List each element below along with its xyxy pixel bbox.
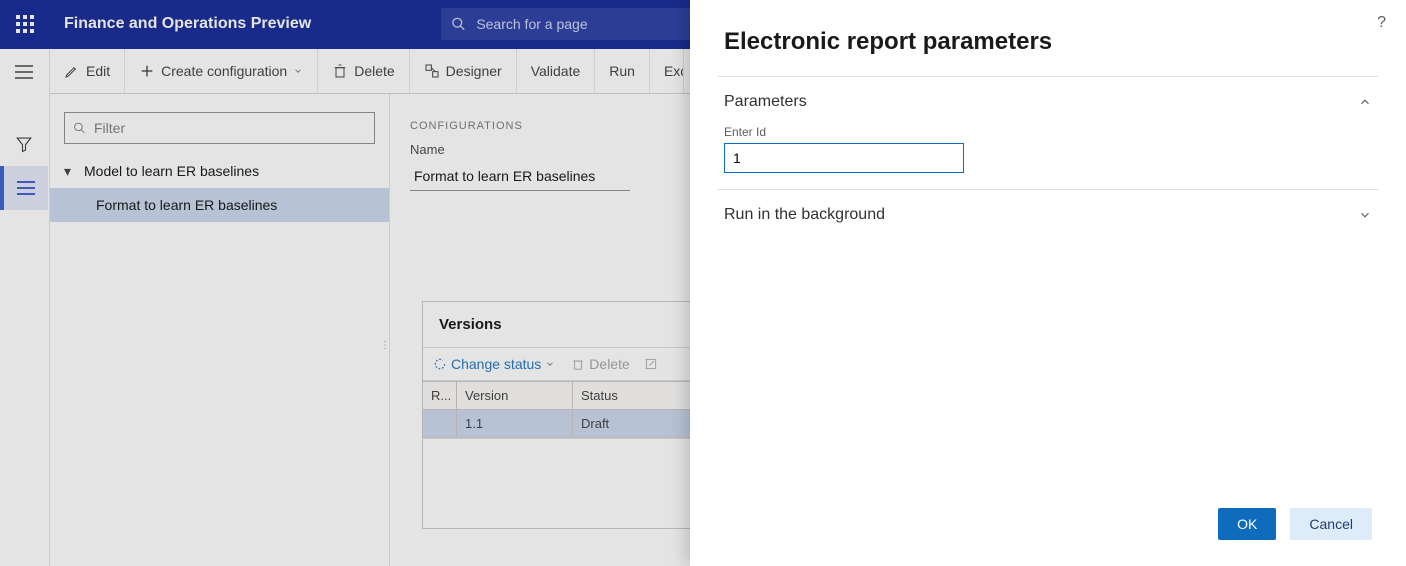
enter-id-input[interactable]: [724, 143, 964, 173]
run-background-label: Run in the background: [724, 206, 885, 224]
panel-title: Electronic report parameters: [690, 0, 1406, 76]
report-parameters-panel: ? Electronic report parameters Parameter…: [690, 0, 1406, 566]
parameters-header-label: Parameters: [724, 93, 807, 111]
chevron-up-icon: [1358, 95, 1372, 109]
ok-button[interactable]: OK: [1218, 508, 1276, 540]
run-background-header[interactable]: Run in the background: [724, 206, 1372, 224]
enter-id-label: Enter Id: [724, 125, 1372, 139]
run-background-section: Run in the background: [718, 189, 1378, 240]
parameters-header[interactable]: Parameters: [724, 93, 1372, 111]
help-button[interactable]: ?: [1377, 14, 1386, 32]
chevron-down-icon: [1358, 208, 1372, 222]
cancel-button[interactable]: Cancel: [1290, 508, 1372, 540]
parameters-section: Parameters Enter Id: [718, 76, 1378, 189]
